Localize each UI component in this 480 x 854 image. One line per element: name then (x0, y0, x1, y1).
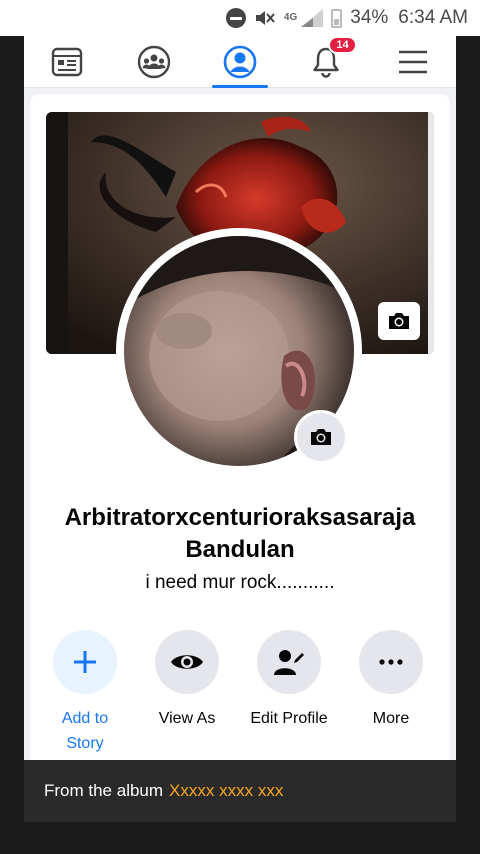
view-as-label: View As (158, 710, 216, 727)
album-link[interactable]: Xxxxx xxxx xxx (169, 781, 283, 801)
network-type: 4G (283, 12, 298, 23)
news-feed-icon (51, 47, 83, 76)
camera-icon (311, 429, 331, 445)
edit-profile-button[interactable]: Edit Profile (242, 630, 336, 760)
profile-name-line1: Arbitratorxcenturioraksasaraja (64, 504, 416, 531)
nav-notifications[interactable]: 14 (296, 36, 357, 88)
frame-right (456, 36, 480, 854)
nav-profile[interactable] (210, 36, 270, 88)
plus-icon (74, 651, 96, 673)
clock: 6:34 AM (398, 7, 468, 28)
more-dots-icon (379, 659, 403, 665)
top-navigation: 14 (24, 36, 456, 88)
eye-icon (171, 655, 203, 669)
album-caption: From the album Xxxxx xxxx xxx (24, 760, 456, 822)
cover-camera-button[interactable] (378, 302, 420, 340)
more-button[interactable]: More (344, 630, 438, 760)
battery-icon (331, 8, 343, 28)
app-view: 14 Arbitratorxcenturioraksasaraja Bandul… (24, 36, 456, 760)
profile-name: Arbitratorxcenturioraksasaraja Bandulan (24, 502, 456, 566)
view-as-button[interactable]: View As (140, 630, 234, 760)
profile-camera-button[interactable] (294, 410, 348, 464)
nav-feed[interactable] (37, 36, 97, 88)
edit-profile-icon (274, 650, 304, 675)
status-bar: 4G 34% 6:34 AM (0, 0, 480, 36)
signal-icon (301, 9, 324, 27)
album-caption-prefix: From the album (44, 781, 164, 800)
profile-name-line2: Bandulan (185, 536, 295, 563)
camera-icon (389, 313, 409, 329)
mute-icon (254, 8, 276, 28)
hamburger-menu-icon (398, 50, 427, 73)
profile-icon (223, 45, 257, 78)
frame-left (0, 36, 24, 854)
profile-bio: i need mur rock........... (145, 572, 335, 593)
edit-profile-label: Edit Profile (250, 710, 328, 727)
nav-groups[interactable] (124, 36, 184, 88)
profile-actions: Add to Story View As Edit Profile More (38, 630, 438, 760)
more-label: More (372, 710, 410, 727)
battery-percent: 34% (350, 7, 389, 28)
nav-menu[interactable] (383, 36, 443, 88)
do-not-disturb-icon (225, 8, 246, 28)
add-to-story-label: Add to Story (61, 710, 109, 752)
notification-badge: 14 (328, 36, 357, 54)
add-to-story-button[interactable]: Add to Story (38, 630, 132, 760)
groups-icon (137, 45, 170, 78)
